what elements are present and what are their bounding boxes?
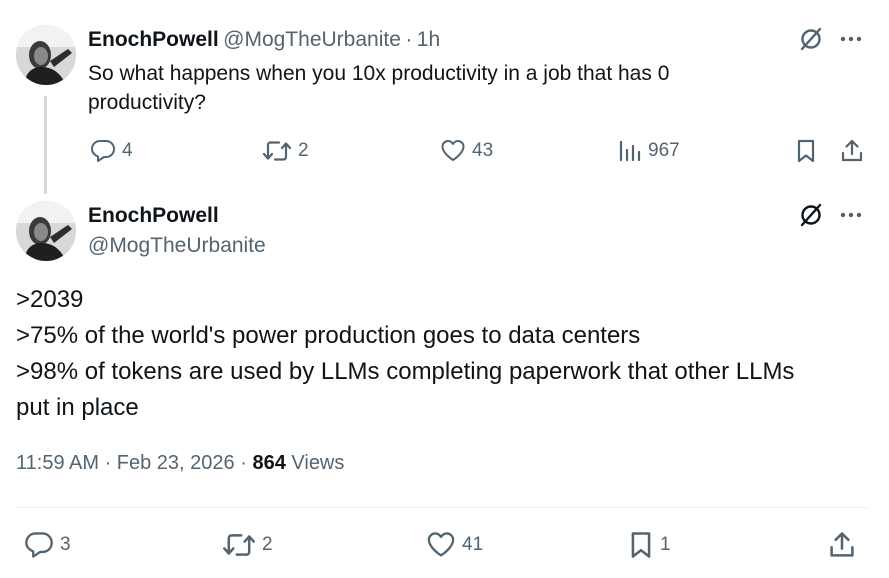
post-time[interactable]: 1h [417, 28, 440, 51]
share-icon [830, 532, 854, 557]
post-text-line: >98% of tokens are used by LLMs completi… [16, 358, 795, 385]
avatar[interactable] [16, 201, 76, 261]
avatar-image [16, 25, 76, 85]
reply-count: 4 [122, 140, 133, 161]
reply-count: 3 [60, 534, 71, 555]
thread-line [44, 96, 47, 194]
grok-icon[interactable] [796, 200, 826, 230]
post-text-line: >2039 [16, 286, 84, 313]
like-button[interactable]: 41 [426, 530, 483, 560]
views-icon [619, 140, 641, 162]
post-text-line: >75% of the world's power production goe… [16, 322, 641, 349]
share-button[interactable] [838, 137, 866, 165]
divider [16, 507, 868, 508]
repost-count: 2 [298, 140, 309, 161]
author-name[interactable]: EnochPowell [88, 204, 219, 228]
bookmark-button[interactable]: 1 [628, 530, 671, 560]
parent-post-text: So what happens when you 10x productivit… [88, 62, 670, 114]
repost-icon [223, 534, 255, 556]
like-icon [427, 532, 455, 557]
post-meta: 11:59 AM · Feb 23, 2026 · 864 Views [16, 452, 344, 475]
author-handle[interactable]: @MogTheUrbanite [223, 28, 401, 51]
more-icon[interactable] [836, 200, 866, 230]
views-button[interactable]: 967 [618, 138, 680, 164]
parent-author-header: EnochPowell @MogTheUrbanite · 1h [88, 28, 440, 52]
post-text-line: put in place [16, 394, 139, 421]
views-count: 967 [648, 140, 680, 161]
view-count: 864 [252, 452, 286, 474]
share-icon [841, 139, 863, 162]
reply-button[interactable]: 3 [24, 530, 71, 560]
views-label: Views [291, 452, 345, 474]
author-handle[interactable]: @MogTheUrbanite [88, 234, 266, 258]
like-button[interactable]: 43 [440, 138, 493, 164]
time-separator: · [405, 28, 413, 51]
post-text: >2039 >75% of the world's power producti… [16, 282, 876, 426]
author-name[interactable]: EnochPowell [88, 28, 219, 51]
grok-icon[interactable] [796, 24, 826, 54]
bookmark-count: 1 [660, 534, 671, 555]
reply-button[interactable]: 4 [90, 138, 133, 164]
avatar-image [16, 201, 76, 261]
bookmark-icon [631, 532, 651, 558]
repost-count: 2 [262, 534, 273, 555]
share-button[interactable] [826, 529, 858, 561]
like-count: 43 [472, 140, 494, 161]
avatar[interactable] [16, 25, 76, 85]
like-icon [441, 140, 465, 161]
reply-icon [25, 532, 53, 558]
bookmark-icon [797, 139, 815, 163]
repost-button[interactable]: 2 [222, 530, 273, 560]
reply-icon [91, 140, 115, 162]
bookmark-button[interactable] [792, 137, 820, 165]
repost-button[interactable]: 2 [262, 138, 309, 164]
like-count: 41 [462, 534, 484, 555]
post-timestamp[interactable]: 11:59 AM · Feb 23, 2026 · [16, 452, 247, 474]
repost-icon [262, 141, 292, 161]
more-icon[interactable] [836, 24, 866, 54]
